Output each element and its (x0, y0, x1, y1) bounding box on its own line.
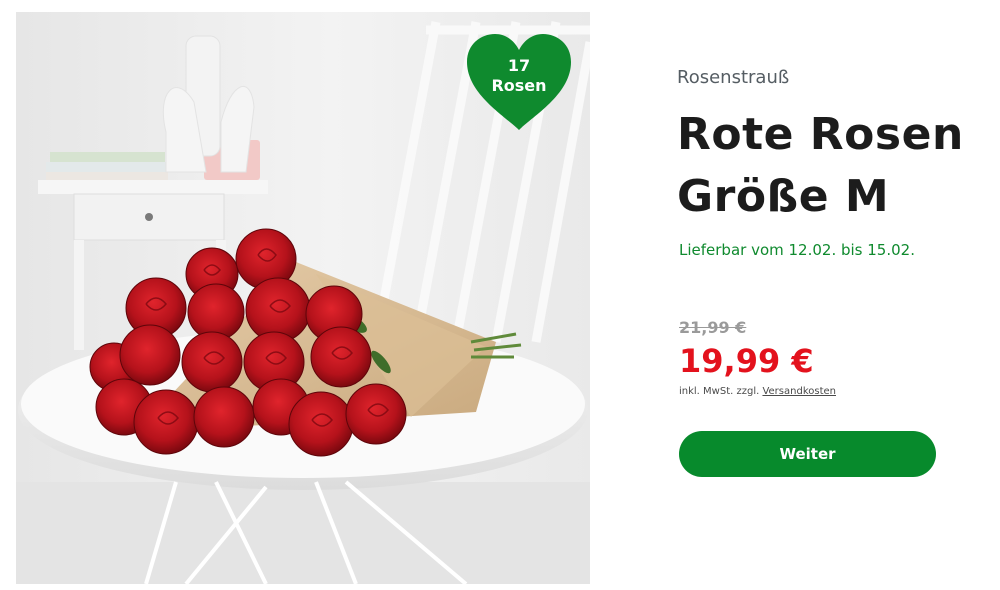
product-title: Rote Rosen Größe M (677, 104, 964, 228)
badge-text: 17 Rosen (463, 56, 575, 96)
badge-count: 17 (507, 56, 531, 75)
delivery-date: Lieferbar vom 12.02. bis 15.02. (679, 241, 915, 259)
shipping-costs-link[interactable]: Versandkosten (762, 386, 836, 397)
tax-note-text: inkl. MwSt. zzgl. (679, 386, 760, 397)
badge-unit: Rosen (491, 76, 547, 95)
rose-count-badge: 17 Rosen (463, 32, 575, 132)
current-price: 19,99 € (679, 342, 814, 380)
continue-button[interactable]: Weiter (679, 431, 936, 477)
product-title-line-1: Rote Rosen (677, 109, 964, 160)
product-title-line-2: Größe M (677, 171, 890, 222)
tax-note: inkl. MwSt. zzgl. Versandkosten (679, 386, 836, 397)
old-price: 21,99 € (679, 318, 747, 337)
product-category: Rosenstrauß (677, 67, 790, 88)
